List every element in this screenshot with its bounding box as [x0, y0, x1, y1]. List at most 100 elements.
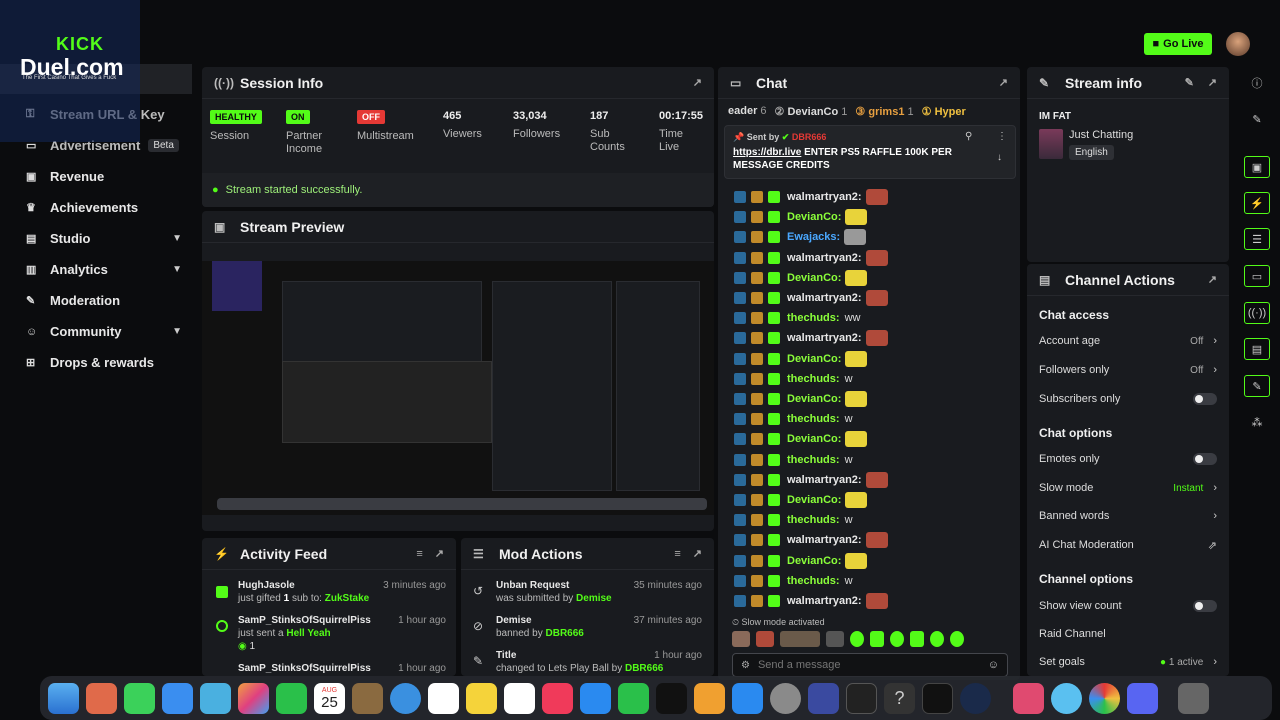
chat-username[interactable]: DevianCo:: [787, 272, 841, 284]
messages-icon[interactable]: [124, 682, 155, 714]
raid-row[interactable]: Raid Channel: [1039, 620, 1217, 648]
list-tool-icon[interactable]: ☰: [1244, 228, 1270, 250]
chat-message[interactable]: DevianCo:: [718, 349, 1008, 369]
stream-category[interactable]: Just Chatting: [1069, 129, 1133, 141]
app-store-icon[interactable]: [732, 682, 763, 714]
sidebar-item-drops[interactable]: ⊞ Drops & rewards: [0, 347, 196, 378]
chat-tool-icon[interactable]: ▭: [1244, 265, 1270, 287]
expand-icon[interactable]: ↗: [693, 547, 702, 560]
apple-tv-icon[interactable]: [656, 682, 687, 714]
leaderboard-entry[interactable]: ① Hyper: [922, 105, 966, 118]
contacts-icon[interactable]: [352, 682, 383, 714]
expand-icon[interactable]: ↗: [435, 547, 444, 560]
chat-username[interactable]: thechuds:: [787, 413, 840, 425]
settings-icon[interactable]: ⚙: [741, 660, 750, 671]
pinned-message[interactable]: 📌 Sent by ✔ DBR666 ⚲ ⋮ ↓ https://dbr.liv…: [724, 125, 1016, 179]
chat-username[interactable]: thechuds:: [787, 575, 840, 587]
goals-row[interactable]: Set goals ● 1 active ›: [1039, 648, 1217, 676]
expand-icon[interactable]: ↗: [999, 76, 1008, 89]
chat-username[interactable]: walmartryan2:: [787, 595, 862, 607]
chat-username[interactable]: DevianCo:: [787, 433, 841, 445]
system-settings-icon[interactable]: [770, 682, 801, 714]
chat-message[interactable]: Ewajacks:: [718, 227, 1008, 247]
chat-username[interactable]: walmartryan2:: [787, 534, 862, 546]
trash-icon[interactable]: [1178, 682, 1209, 714]
subscribers-only-toggle[interactable]: [1193, 393, 1217, 405]
emote-icon[interactable]: [870, 631, 884, 647]
finder-icon[interactable]: [48, 682, 79, 714]
chat-message[interactable]: DevianCo:: [718, 207, 1008, 227]
emote-icon[interactable]: [850, 631, 864, 647]
chat-message[interactable]: walmartryan2:: [718, 328, 1008, 348]
sidebar-item-moderation[interactable]: ✎ Moderation: [0, 285, 196, 316]
chat-username[interactable]: DevianCo:: [787, 555, 841, 567]
chat-message[interactable]: DevianCo:: [718, 389, 1008, 409]
chat-username[interactable]: walmartryan2:: [787, 252, 862, 264]
chat-message[interactable]: DevianCo:: [718, 490, 1008, 510]
emote-icon[interactable]: [780, 631, 820, 647]
view-count-toggle[interactable]: [1193, 600, 1217, 612]
chat-message[interactable]: walmartryan2:: [718, 530, 1008, 550]
go-live-button[interactable]: ■ Go Live: [1144, 33, 1212, 55]
ai-moderation-row[interactable]: AI Chat Moderation ⇗: [1039, 531, 1217, 559]
bot-app-icon[interactable]: [1013, 682, 1044, 714]
chat-message[interactable]: walmartryan2:: [718, 591, 1008, 611]
mod-item[interactable]: Demise 37 minutes ago banned by DBR666: [496, 615, 702, 639]
chat-message[interactable]: thechuds: w: [718, 510, 1008, 530]
chat-message[interactable]: thechuds: w: [718, 450, 1008, 470]
music-icon[interactable]: [542, 682, 573, 714]
chat-message[interactable]: thechuds: w: [718, 571, 1008, 591]
chat-username[interactable]: DevianCo:: [787, 494, 841, 506]
apps-icon[interactable]: ⁂: [1244, 411, 1270, 433]
maps-icon[interactable]: [200, 682, 231, 714]
expand-icon[interactable]: ↗: [1208, 76, 1217, 89]
sidebar-item-achievements[interactable]: ♛ Achievements: [0, 192, 196, 223]
mod-item[interactable]: Unban Request 35 minutes ago was submitte…: [496, 580, 702, 604]
chat-username[interactable]: thechuds:: [787, 312, 840, 324]
chat-message[interactable]: DevianCo:: [718, 268, 1008, 288]
safari-icon[interactable]: [390, 682, 421, 714]
chat-username[interactable]: DevianCo:: [787, 393, 841, 405]
chat-message[interactable]: walmartryan2:: [718, 288, 1008, 308]
emote-icon[interactable]: [890, 631, 904, 647]
preview-app-icon[interactable]: [1051, 682, 1082, 714]
emotes-only-toggle[interactable]: [1193, 453, 1217, 465]
remote-desktop-icon[interactable]: [808, 682, 839, 714]
reminders-icon[interactable]: [428, 682, 459, 714]
facetime-icon[interactable]: [276, 682, 307, 714]
chat-username[interactable]: walmartryan2:: [787, 191, 862, 203]
activity-item[interactable]: SamP_StinksOfSquirrelPiss 1 hour ago just…: [238, 615, 446, 652]
chat-message[interactable]: thechuds: w: [718, 369, 1008, 389]
collapse-icon[interactable]: ↓: [997, 152, 1002, 163]
sidebar-item-analytics[interactable]: ▥ Analytics ▼: [0, 254, 196, 285]
chat-username[interactable]: walmartryan2:: [787, 332, 862, 344]
activity-item[interactable]: SamP_StinksOfSquirrelPiss 1 hour ago: [238, 663, 446, 674]
terminal-icon[interactable]: [922, 682, 953, 714]
pencil-icon[interactable]: ✎: [1244, 108, 1270, 130]
emote-icon[interactable]: [950, 631, 964, 647]
slow-mode-row[interactable]: Slow mode Instant ›: [1039, 474, 1217, 502]
emoji-icon[interactable]: ☺: [988, 659, 999, 671]
emote-icon[interactable]: [930, 631, 944, 647]
sidebar-item-revenue[interactable]: ▣ Revenue: [0, 161, 196, 192]
filter-icon[interactable]: ≡: [416, 548, 422, 560]
pinned-link[interactable]: https://dbr.live: [733, 147, 801, 158]
banned-words-row[interactable]: Banned words ›: [1039, 502, 1217, 530]
filter-icon[interactable]: ≡: [674, 548, 680, 560]
numbers-icon[interactable]: [618, 682, 649, 714]
session-tool-icon[interactable]: ▣: [1244, 156, 1270, 178]
chat-username[interactable]: walmartryan2:: [787, 474, 862, 486]
sidebar-item-community[interactable]: ☺ Community ▼: [0, 316, 196, 347]
discord-icon[interactable]: [1127, 682, 1158, 714]
emote-icon[interactable]: [756, 631, 774, 647]
activity-item[interactable]: HughJasole 3 minutes ago just gifted 1 su…: [238, 580, 446, 604]
chat-message[interactable]: DevianCo:: [718, 551, 1008, 571]
chat-username[interactable]: Ewajacks:: [787, 231, 840, 243]
notes-icon[interactable]: [466, 682, 497, 714]
broadcast-tool-icon[interactable]: ((·)): [1244, 302, 1270, 324]
chat-username[interactable]: thechuds:: [787, 514, 840, 526]
wrench-tool-icon[interactable]: ✎: [1244, 375, 1270, 397]
help-icon[interactable]: ?: [884, 682, 915, 714]
chat-message[interactable]: walmartryan2:: [718, 470, 1008, 490]
emote-icon[interactable]: [732, 631, 750, 647]
